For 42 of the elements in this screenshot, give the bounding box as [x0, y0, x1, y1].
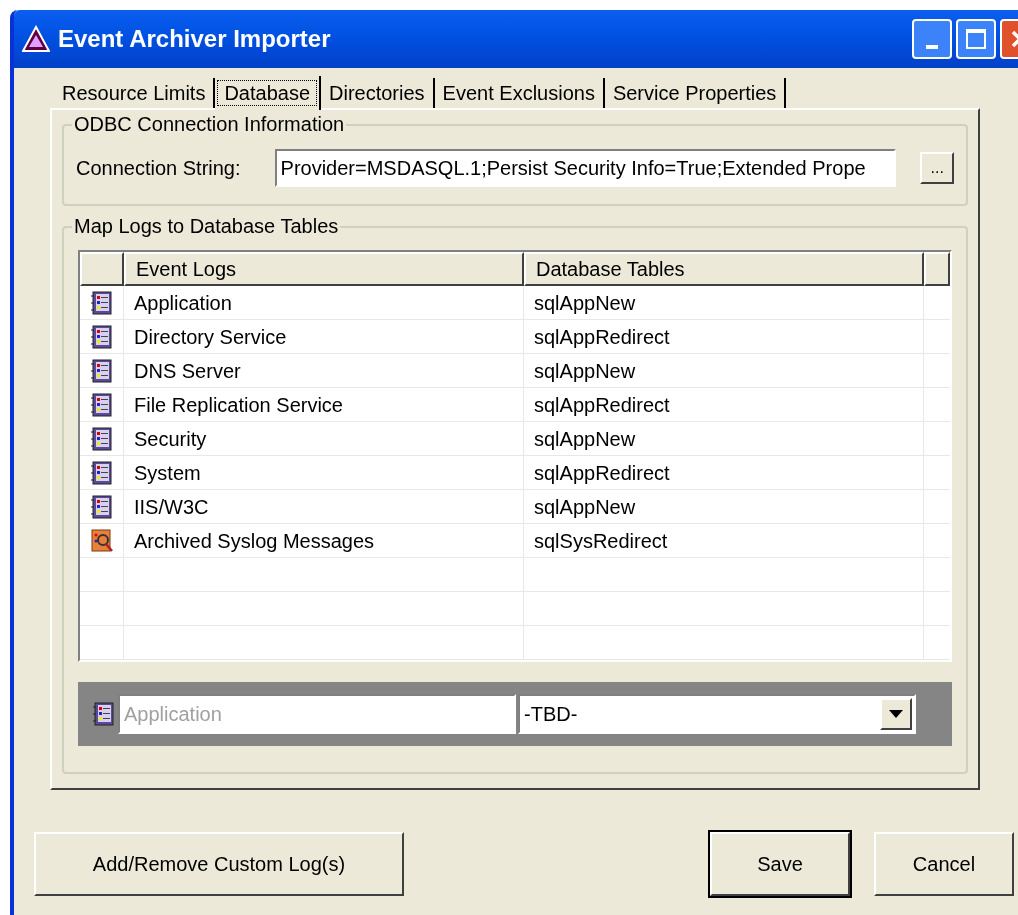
window-title: Event Archiver Importer: [58, 24, 332, 54]
table-cell: sqlAppNew: [524, 286, 924, 319]
table-cell: sqlAppRedirect: [524, 320, 924, 353]
table-cell: Security: [124, 422, 524, 455]
log-book-icon: [89, 358, 114, 383]
tab[interactable]: Service Properties: [604, 78, 787, 108]
table-cell: sqlAppNew: [524, 354, 924, 387]
log-book-icon: [89, 460, 114, 485]
field-label: Connection String:: [76, 156, 241, 181]
connection-string-field[interactable]: Provider=MSDASQL.1;Persist Security Info=True;Extended Prope: [274, 149, 897, 187]
table-cell: Directory Service: [124, 320, 524, 353]
tab[interactable]: Database: [215, 76, 321, 110]
dialog-button[interactable]: Save: [710, 832, 850, 896]
table-cell: Application: [124, 286, 524, 319]
table-cell: sqlAppRedirect: [524, 388, 924, 421]
dialog-button[interactable]: Cancel: [874, 832, 1014, 896]
app-logo-icon: [22, 25, 50, 53]
table-cell: sqlAppRedirect: [524, 456, 924, 489]
log-book-icon: [89, 290, 114, 315]
table-cell: sqlSysRedirect: [524, 524, 924, 557]
column-header[interactable]: Database Tables: [524, 252, 924, 286]
table-cell: sqlAppNew: [524, 422, 924, 455]
log-book-icon: [89, 324, 114, 349]
table-cell: IIS/W3C: [124, 490, 524, 523]
log-magnifier-icon: [89, 528, 114, 553]
log-book-icon: [89, 392, 114, 417]
table-cell: Archived Syslog Messages: [124, 524, 524, 557]
dialog-button[interactable]: Add/Remove Custom Log(s): [34, 832, 404, 896]
log-book-icon: [89, 426, 114, 451]
tab[interactable]: Directories: [321, 78, 435, 108]
minimize-button[interactable]: [912, 19, 952, 59]
log-book-icon: [89, 494, 114, 519]
table-cell: System: [124, 456, 524, 489]
table-cell: File Replication Service: [124, 388, 524, 421]
table-cell: sqlAppNew: [524, 490, 924, 523]
column-header[interactable]: Event Logs: [124, 252, 524, 286]
tab[interactable]: Event Exclusions: [434, 78, 605, 108]
table-dropdown[interactable]: -TBD-: [518, 694, 916, 734]
browse-button[interactable]: ...: [920, 152, 954, 184]
table-cell: DNS Server: [124, 354, 524, 387]
log-book-icon: [92, 702, 116, 726]
maximize-button[interactable]: [956, 19, 996, 59]
